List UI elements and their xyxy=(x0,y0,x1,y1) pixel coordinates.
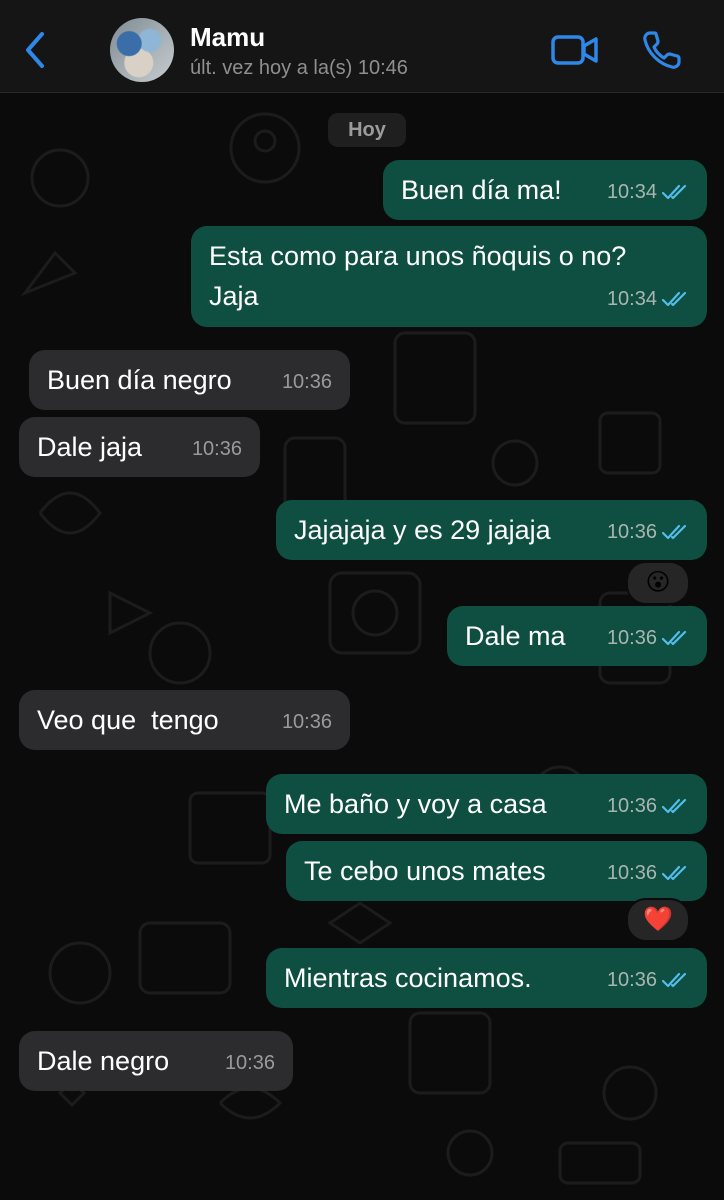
avatar[interactable] xyxy=(110,18,174,82)
chevron-left-icon xyxy=(26,32,44,68)
message-time: 10:36 xyxy=(606,521,657,543)
message-time: 10:36 xyxy=(606,969,657,991)
message-time: 10:36 xyxy=(606,627,657,649)
message-meta: 10:36 xyxy=(282,702,332,742)
phone-icon xyxy=(643,31,681,69)
last-seen-status: últ. vez hoy a la(s) 10:46 xyxy=(190,57,408,79)
chat-thread[interactable]: Hoy Buen día ma! 10:34 Esta como para unos… xyxy=(0,93,724,1200)
message-meta: 10:36 xyxy=(607,786,689,826)
read-receipt-icon xyxy=(661,184,687,200)
read-receipt-icon xyxy=(661,524,687,540)
chat-header: Mamu últ. vez hoy a la(s) 10:46 xyxy=(0,0,724,93)
video-call-button[interactable] xyxy=(550,30,600,70)
read-receipt-icon xyxy=(661,972,687,988)
message-time: 10:36 xyxy=(281,371,332,393)
read-receipt-icon xyxy=(661,798,687,814)
read-receipt-icon xyxy=(661,291,687,307)
message-time: 10:34 xyxy=(606,181,657,203)
message-time: 10:34 xyxy=(606,288,657,310)
outgoing-message[interactable]: Esta como para unos ñoquis o no? Jaja 10:… xyxy=(191,226,707,327)
date-separator: Hoy xyxy=(328,113,406,147)
read-receipt-icon xyxy=(661,630,687,646)
read-receipt-icon xyxy=(661,865,687,881)
message-meta: 10:36 xyxy=(192,429,242,469)
message-time: 10:36 xyxy=(191,438,242,460)
message-meta: 10:36 xyxy=(607,512,689,552)
message-reaction[interactable]: ❤️ xyxy=(626,898,690,942)
incoming-message[interactable]: Buen día negro 10:36 xyxy=(29,350,350,410)
contact-name[interactable]: Mamu xyxy=(190,22,265,53)
back-button[interactable] xyxy=(18,30,52,70)
outgoing-message[interactable]: Te cebo unos mates 10:36 xyxy=(286,841,707,901)
message-meta: 10:36 xyxy=(282,362,332,402)
incoming-message[interactable]: Dale jaja 10:36 xyxy=(19,417,260,477)
voice-call-button[interactable] xyxy=(640,28,684,72)
outgoing-message[interactable]: Buen día ma! 10:34 xyxy=(383,160,707,220)
message-meta: 10:36 xyxy=(607,618,689,658)
message-meta: 10:34 xyxy=(607,279,689,319)
video-camera-icon xyxy=(551,35,598,65)
message-time: 10:36 xyxy=(606,795,657,817)
outgoing-message[interactable]: Me baño y voy a casa 10:36 xyxy=(266,774,707,834)
message-time: 10:36 xyxy=(281,711,332,733)
message-meta: 10:36 xyxy=(607,853,689,893)
message-time: 10:36 xyxy=(606,862,657,884)
message-time: 10:36 xyxy=(224,1052,275,1074)
incoming-message[interactable]: Dale negro 10:36 xyxy=(19,1031,293,1091)
outgoing-message[interactable]: Jajajaja y es 29 jajaja 10:36 xyxy=(276,500,707,560)
incoming-message[interactable]: Veo que tengo 10:36 xyxy=(19,690,350,750)
message-meta: 10:34 xyxy=(607,172,689,212)
message-reaction[interactable]: 😮 xyxy=(626,561,690,605)
message-meta: 10:36 xyxy=(225,1043,275,1083)
message-meta: 10:36 xyxy=(607,960,689,1000)
outgoing-message[interactable]: Mientras cocinamos. 10:36 xyxy=(266,948,707,1008)
outgoing-message[interactable]: Dale ma 10:36 xyxy=(447,606,707,666)
